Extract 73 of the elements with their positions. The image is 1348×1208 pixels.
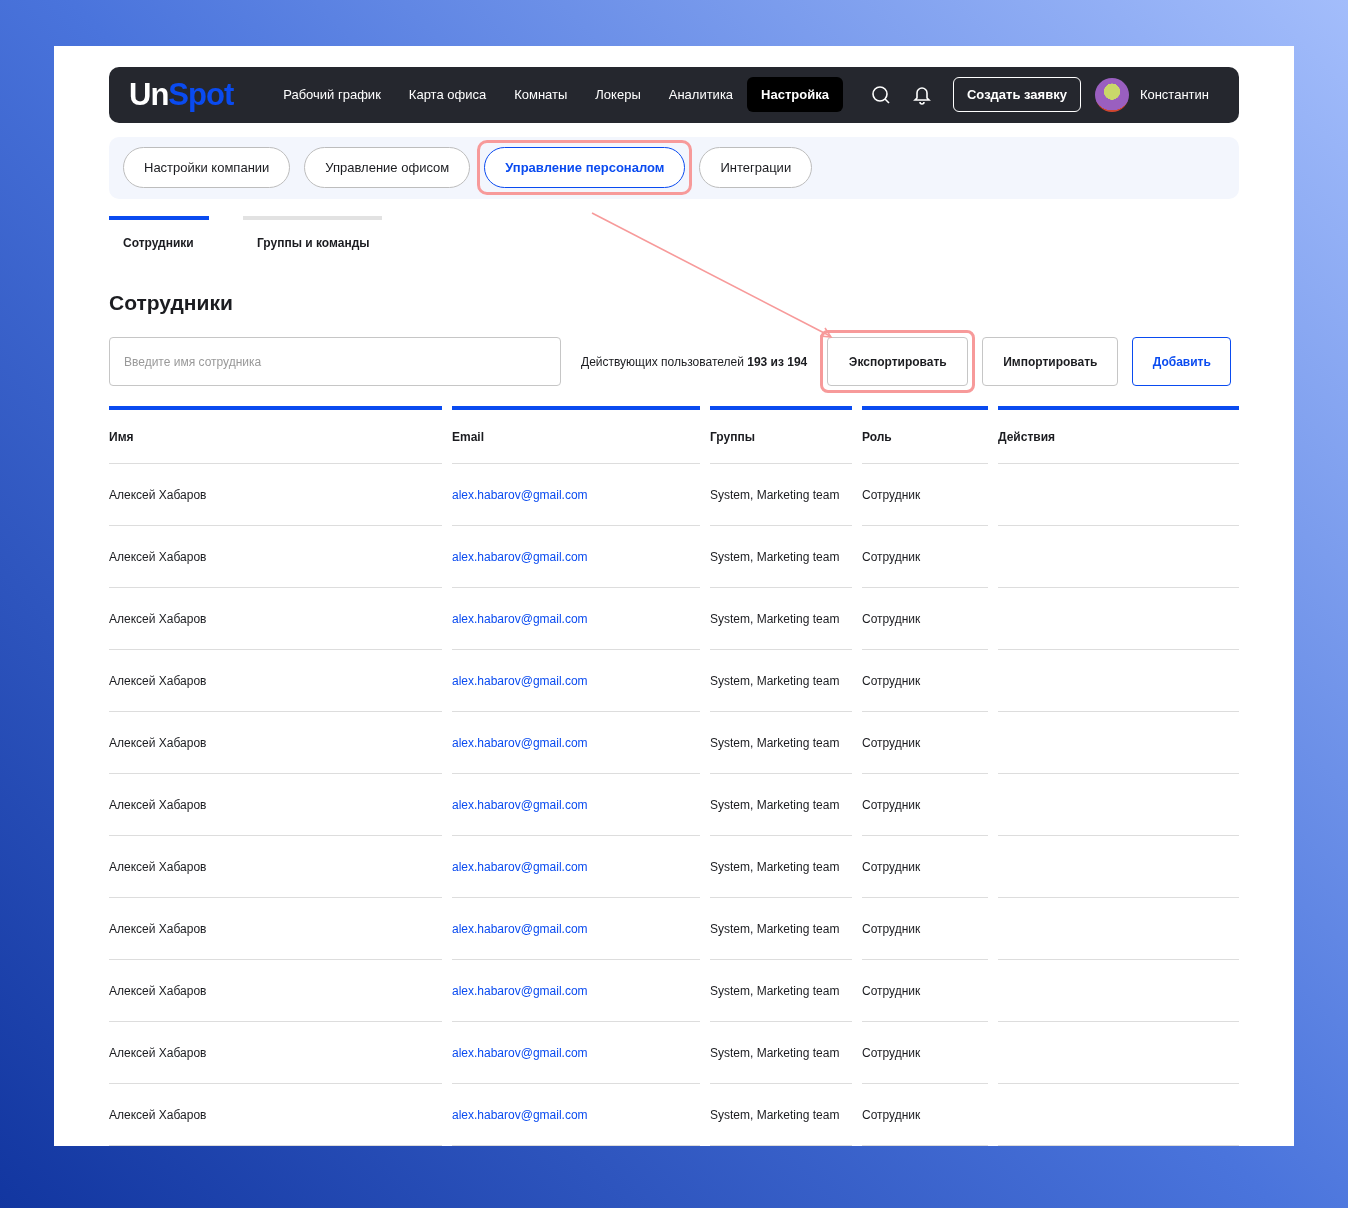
column-header: Роль — [862, 406, 988, 464]
table-cell: Сотрудник — [862, 960, 988, 1022]
table-cell: System, Marketing team — [710, 836, 852, 898]
table-cell: System, Marketing team — [710, 712, 852, 774]
page-heading: Сотрудники — [109, 291, 234, 315]
table-cell: System, Marketing team — [710, 650, 852, 712]
table-cell: Сотрудник — [862, 526, 988, 588]
tab[interactable]: Группы и команды — [243, 216, 382, 256]
email-link[interactable]: alex.habarov@gmail.com — [452, 712, 700, 774]
logo[interactable]: UnSpot — [129, 76, 234, 113]
settings-tab[interactable]: Настройки компании — [123, 147, 291, 189]
table-cell: Сотрудник — [862, 836, 988, 898]
email-link[interactable]: alex.habarov@gmail.com — [452, 650, 700, 712]
nav-item[interactable]: Настройка — [747, 77, 843, 113]
settings-tab[interactable]: Управление офисом — [304, 147, 471, 189]
table-cell: Сотрудник — [862, 464, 988, 526]
search-field[interactable]: Введите имя сотрудника — [109, 337, 561, 386]
table-cell: Сотрудник — [862, 898, 988, 960]
table-cell: Алексей Хабаров — [109, 960, 442, 1022]
table-cell: Алексей Хабаров — [109, 712, 442, 774]
user-name[interactable]: Константин — [1139, 87, 1209, 103]
column-header: Email — [452, 406, 700, 464]
email-link[interactable]: alex.habarov@gmail.com — [452, 464, 700, 526]
table-cell: Алексей Хабаров — [109, 1084, 442, 1146]
nav-item[interactable]: Рабочий график — [269, 77, 395, 113]
table-cell: System, Marketing team — [710, 526, 852, 588]
table-cell: Алексей Хабаров — [109, 1022, 442, 1084]
bell-icon[interactable] — [913, 84, 931, 105]
table-cell: Алексей Хабаров — [109, 836, 442, 898]
email-link[interactable]: alex.habarov@gmail.com — [452, 898, 700, 960]
email-link[interactable]: alex.habarov@gmail.com — [452, 960, 700, 1022]
action-button[interactable]: Импортировать — [982, 337, 1119, 386]
table-cell: System, Marketing team — [710, 1084, 852, 1146]
table-cell: Сотрудник — [862, 1084, 988, 1146]
settings-tab[interactable]: Интеграции — [699, 147, 813, 189]
table-cell: Сотрудник — [862, 774, 988, 836]
email-link[interactable]: alex.habarov@gmail.com — [452, 588, 700, 650]
table-cell: System, Marketing team — [710, 774, 852, 836]
column-header: Группы — [710, 406, 852, 464]
email-link[interactable]: alex.habarov@gmail.com — [452, 526, 700, 588]
table-cell: System, Marketing team — [710, 464, 852, 526]
table-cell: Алексей Хабаров — [109, 588, 442, 650]
avatar[interactable] — [1094, 77, 1129, 112]
create-request-button[interactable]: Создать заявку — [953, 77, 1081, 113]
nav-item[interactable]: Аналитика — [654, 77, 748, 113]
table-cell: Сотрудник — [862, 712, 988, 774]
table-cell: Сотрудник — [862, 650, 988, 712]
column-header: Имя — [109, 406, 442, 464]
column-header: Действия — [998, 406, 1239, 464]
action-button[interactable]: Экспортировать — [827, 337, 969, 386]
email-link[interactable]: alex.habarov@gmail.com — [452, 774, 700, 836]
email-link[interactable]: alex.habarov@gmail.com — [452, 1084, 700, 1146]
table-cell: Алексей Хабаров — [109, 650, 442, 712]
table-cell: System, Marketing team — [710, 588, 852, 650]
table-cell: System, Marketing team — [710, 1022, 852, 1084]
table-cell: Сотрудник — [862, 1022, 988, 1084]
nav-item[interactable]: Карта офиса — [394, 77, 501, 113]
table-cell: Алексей Хабаров — [109, 774, 442, 836]
settings-tab[interactable]: Управление персоналом — [484, 147, 686, 189]
email-link[interactable]: alex.habarov@gmail.com — [452, 1022, 700, 1084]
table-cell: Алексей Хабаров — [109, 464, 442, 526]
table-cell: Алексей Хабаров — [109, 526, 442, 588]
table-cell: Сотрудник — [862, 588, 988, 650]
table-cell: System, Marketing team — [710, 960, 852, 1022]
table-cell: System, Marketing team — [710, 898, 852, 960]
users-count: Действующих пользователей 193 из 194 — [581, 354, 808, 369]
add-button[interactable]: Добавить — [1132, 337, 1232, 386]
nav-item[interactable]: Комнаты — [500, 77, 582, 113]
search-icon[interactable] — [871, 84, 891, 105]
table-cell: Алексей Хабаров — [109, 898, 442, 960]
tab[interactable]: Сотрудники — [109, 216, 209, 256]
email-link[interactable]: alex.habarov@gmail.com — [452, 836, 700, 898]
nav-item[interactable]: Локеры — [581, 77, 655, 113]
